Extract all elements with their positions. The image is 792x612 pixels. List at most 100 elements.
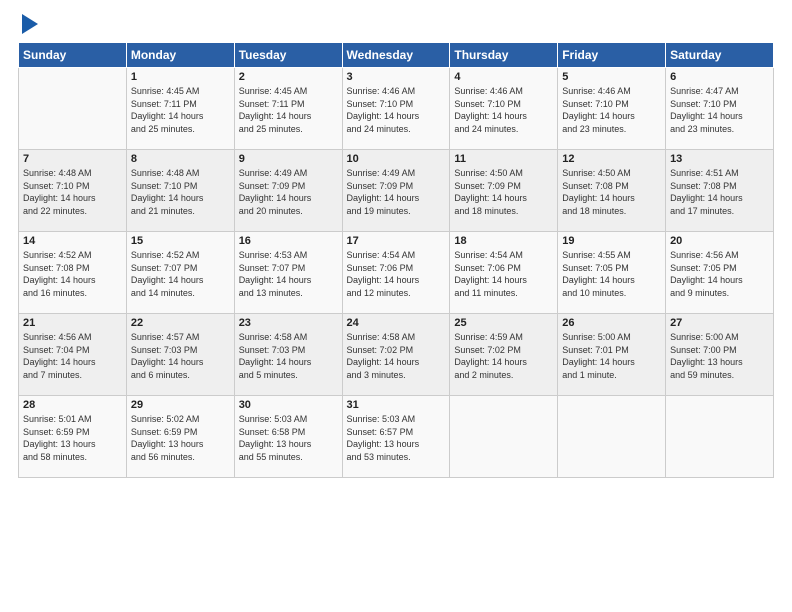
day-info: Sunrise: 4:45 AM Sunset: 7:11 PM Dayligh… [131,85,230,135]
calendar-table: SundayMondayTuesdayWednesdayThursdayFrid… [18,42,774,478]
day-number: 19 [562,235,661,247]
day-info: Sunrise: 4:46 AM Sunset: 7:10 PM Dayligh… [347,85,446,135]
day-cell: 1 Sunrise: 4:45 AM Sunset: 7:11 PM Daylig… [126,68,234,150]
day-cell: 18 Sunrise: 4:54 AM Sunset: 7:06 PM Dayli… [450,232,558,314]
day-number: 16 [239,235,338,247]
day-info: Sunrise: 4:50 AM Sunset: 7:08 PM Dayligh… [562,167,661,217]
day-number: 28 [23,399,122,411]
day-info: Sunrise: 4:46 AM Sunset: 7:10 PM Dayligh… [454,85,553,135]
header-cell-sunday: Sunday [19,43,127,68]
day-info: Sunrise: 4:47 AM Sunset: 7:10 PM Dayligh… [670,85,769,135]
day-info: Sunrise: 4:52 AM Sunset: 7:08 PM Dayligh… [23,249,122,299]
logo-arrow-icon [22,14,38,34]
day-info: Sunrise: 4:56 AM Sunset: 7:05 PM Dayligh… [670,249,769,299]
day-cell: 11 Sunrise: 4:50 AM Sunset: 7:09 PM Dayli… [450,150,558,232]
day-cell: 2 Sunrise: 4:45 AM Sunset: 7:11 PM Daylig… [234,68,342,150]
day-number: 1 [131,71,230,83]
day-number: 29 [131,399,230,411]
day-number: 31 [347,399,446,411]
day-cell: 5 Sunrise: 4:46 AM Sunset: 7:10 PM Daylig… [558,68,666,150]
day-number: 3 [347,71,446,83]
day-info: Sunrise: 4:59 AM Sunset: 7:02 PM Dayligh… [454,331,553,381]
day-cell [666,396,774,478]
day-number: 25 [454,317,553,329]
day-info: Sunrise: 4:52 AM Sunset: 7:07 PM Dayligh… [131,249,230,299]
week-row-2: 7Sunrise: 4:48 AM Sunset: 7:10 PM Daylig… [19,150,774,232]
day-info: Sunrise: 4:49 AM Sunset: 7:09 PM Dayligh… [239,167,338,217]
week-row-5: 28 Sunrise: 5:01 AM Sunset: 6:59 PM Dayli… [19,396,774,478]
day-info: Sunrise: 4:58 AM Sunset: 7:03 PM Dayligh… [239,331,338,381]
day-info: Sunrise: 5:03 AM Sunset: 6:58 PM Dayligh… [239,413,338,463]
day-info: Sunrise: 4:50 AM Sunset: 7:09 PM Dayligh… [454,167,553,217]
day-cell: 4 Sunrise: 4:46 AM Sunset: 7:10 PM Daylig… [450,68,558,150]
day-cell: 29 Sunrise: 5:02 AM Sunset: 6:59 PM Dayli… [126,396,234,478]
day-cell [19,68,127,150]
day-number: 18 [454,235,553,247]
day-number: 6 [670,71,769,83]
day-cell: 20Sunrise: 4:56 AM Sunset: 7:05 PM Dayli… [666,232,774,314]
day-cell [450,396,558,478]
day-info: Sunrise: 4:48 AM Sunset: 7:10 PM Dayligh… [131,167,230,217]
day-cell [558,396,666,478]
week-row-1: 1 Sunrise: 4:45 AM Sunset: 7:11 PM Daylig… [19,68,774,150]
day-info: Sunrise: 4:48 AM Sunset: 7:10 PM Dayligh… [23,167,122,217]
day-cell: 9 Sunrise: 4:49 AM Sunset: 7:09 PM Daylig… [234,150,342,232]
day-info: Sunrise: 5:02 AM Sunset: 6:59 PM Dayligh… [131,413,230,463]
day-number: 4 [454,71,553,83]
header [18,18,774,34]
day-info: Sunrise: 4:46 AM Sunset: 7:10 PM Dayligh… [562,85,661,135]
day-number: 30 [239,399,338,411]
day-cell: 26 Sunrise: 5:00 AM Sunset: 7:01 PM Dayli… [558,314,666,396]
header-cell-tuesday: Tuesday [234,43,342,68]
day-number: 17 [347,235,446,247]
day-cell: 23 Sunrise: 4:58 AM Sunset: 7:03 PM Dayli… [234,314,342,396]
header-cell-monday: Monday [126,43,234,68]
day-cell: 24Sunrise: 4:58 AM Sunset: 7:02 PM Dayli… [342,314,450,396]
day-number: 13 [670,153,769,165]
day-cell: 14 Sunrise: 4:52 AM Sunset: 7:08 PM Dayli… [19,232,127,314]
day-number: 14 [23,235,122,247]
day-cell: 6 Sunrise: 4:47 AM Sunset: 7:10 PM Daylig… [666,68,774,150]
day-info: Sunrise: 4:54 AM Sunset: 7:06 PM Dayligh… [347,249,446,299]
day-number: 9 [239,153,338,165]
day-info: Sunrise: 4:54 AM Sunset: 7:06 PM Dayligh… [454,249,553,299]
day-info: Sunrise: 5:03 AM Sunset: 6:57 PM Dayligh… [347,413,446,463]
header-row: SundayMondayTuesdayWednesdayThursdayFrid… [19,43,774,68]
week-row-4: 21Sunrise: 4:56 AM Sunset: 7:04 PM Dayli… [19,314,774,396]
day-number: 5 [562,71,661,83]
day-info: Sunrise: 4:53 AM Sunset: 7:07 PM Dayligh… [239,249,338,299]
day-number: 2 [239,71,338,83]
day-cell: 28 Sunrise: 5:01 AM Sunset: 6:59 PM Dayli… [19,396,127,478]
day-cell: 16 Sunrise: 4:53 AM Sunset: 7:07 PM Dayli… [234,232,342,314]
day-cell: 8 Sunrise: 4:48 AM Sunset: 7:10 PM Daylig… [126,150,234,232]
day-cell: 21Sunrise: 4:56 AM Sunset: 7:04 PM Dayli… [19,314,127,396]
day-cell: 30 Sunrise: 5:03 AM Sunset: 6:58 PM Dayli… [234,396,342,478]
day-number: 12 [562,153,661,165]
day-cell: 13Sunrise: 4:51 AM Sunset: 7:08 PM Dayli… [666,150,774,232]
day-cell: 19Sunrise: 4:55 AM Sunset: 7:05 PM Dayli… [558,232,666,314]
day-info: Sunrise: 4:45 AM Sunset: 7:11 PM Dayligh… [239,85,338,135]
header-cell-friday: Friday [558,43,666,68]
day-cell: 31 Sunrise: 5:03 AM Sunset: 6:57 PM Dayli… [342,396,450,478]
day-number: 23 [239,317,338,329]
day-info: Sunrise: 5:00 AM Sunset: 7:00 PM Dayligh… [670,331,769,381]
day-number: 22 [131,317,230,329]
header-cell-thursday: Thursday [450,43,558,68]
day-info: Sunrise: 4:49 AM Sunset: 7:09 PM Dayligh… [347,167,446,217]
page: SundayMondayTuesdayWednesdayThursdayFrid… [0,0,792,612]
day-info: Sunrise: 4:58 AM Sunset: 7:02 PM Dayligh… [347,331,446,381]
day-cell: 27Sunrise: 5:00 AM Sunset: 7:00 PM Dayli… [666,314,774,396]
day-info: Sunrise: 5:00 AM Sunset: 7:01 PM Dayligh… [562,331,661,381]
day-info: Sunrise: 4:57 AM Sunset: 7:03 PM Dayligh… [131,331,230,381]
day-cell: 12 Sunrise: 4:50 AM Sunset: 7:08 PM Dayli… [558,150,666,232]
day-cell: 10Sunrise: 4:49 AM Sunset: 7:09 PM Dayli… [342,150,450,232]
day-number: 15 [131,235,230,247]
day-number: 11 [454,153,553,165]
day-number: 26 [562,317,661,329]
day-cell: 17 Sunrise: 4:54 AM Sunset: 7:06 PM Dayli… [342,232,450,314]
header-cell-saturday: Saturday [666,43,774,68]
day-number: 8 [131,153,230,165]
day-info: Sunrise: 5:01 AM Sunset: 6:59 PM Dayligh… [23,413,122,463]
logo [18,18,38,34]
day-info: Sunrise: 4:56 AM Sunset: 7:04 PM Dayligh… [23,331,122,381]
